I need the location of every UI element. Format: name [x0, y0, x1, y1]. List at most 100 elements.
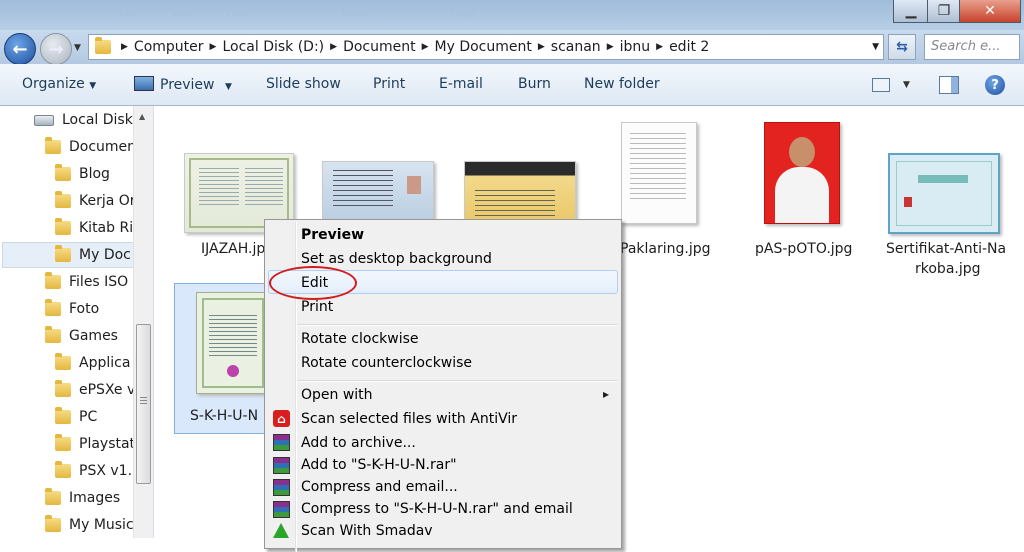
- nav-item-local-disk[interactable]: Local Disk: [34, 112, 133, 128]
- crumb-scanan[interactable]: scanan: [551, 39, 601, 55]
- file-name[interactable]: Paklaring.jpg: [620, 241, 711, 257]
- folder-icon: [95, 37, 111, 54]
- chevron-right-icon[interactable]: ▶: [607, 42, 614, 52]
- preview-button[interactable]: Preview ▼: [134, 76, 232, 93]
- back-button[interactable]: ←: [4, 33, 36, 65]
- recent-pages-dropdown-icon[interactable]: ▼: [74, 43, 81, 53]
- menu-item-open-with[interactable]: Open with: [301, 387, 373, 403]
- file-thumbnail-sertifikat[interactable]: [888, 153, 1000, 234]
- command-bar: Organize ▼ Preview ▼ Slide show Print E-…: [0, 64, 1024, 106]
- chevron-right-icon[interactable]: ▶: [656, 42, 663, 52]
- nav-item-label: My Doc: [79, 247, 131, 263]
- burn-button[interactable]: Burn: [518, 76, 551, 92]
- nav-item-games[interactable]: Games: [45, 326, 118, 344]
- winrar-icon: [273, 457, 290, 474]
- slideshow-button[interactable]: Slide show: [266, 76, 341, 92]
- nav-item-kerja[interactable]: Kerja Or: [55, 191, 136, 209]
- file-name[interactable]: pAS-pOTO.jpg: [755, 241, 852, 257]
- nav-item-document[interactable]: Documen: [45, 137, 137, 155]
- file-thumbnail-pas-foto[interactable]: [764, 122, 840, 224]
- nav-item-label: Foto: [69, 301, 100, 317]
- nav-item-label: Documen: [69, 139, 137, 155]
- search-input[interactable]: Search e...: [924, 34, 1020, 60]
- help-icon[interactable]: ?: [985, 75, 1005, 95]
- address-bar[interactable]: ▶ Computer ▶ Local Disk (D:) ▶ Document …: [88, 34, 884, 60]
- file-thumbnail-skhun[interactable]: [196, 292, 270, 394]
- nav-scrollbar[interactable]: ▲: [133, 106, 153, 538]
- crumb-local-disk[interactable]: Local Disk (D:): [222, 39, 324, 55]
- address-dropdown-icon[interactable]: ▼: [872, 42, 879, 52]
- file-thumbnail-card[interactable]: [322, 161, 434, 225]
- menu-item-rotate-clockwise[interactable]: Rotate clockwise: [301, 331, 419, 347]
- chevron-right-icon[interactable]: ▶: [121, 42, 128, 52]
- menu-item-scan-antivir[interactable]: Scan selected files with AntiVir: [301, 411, 517, 427]
- nav-item-blog[interactable]: Blog: [55, 164, 110, 182]
- file-name-line2: rkoba.jpg: [915, 261, 981, 277]
- folder-icon: [45, 137, 61, 154]
- nav-item-images[interactable]: Images: [45, 488, 120, 506]
- preview-label: Preview: [160, 77, 215, 93]
- menu-item-add-to-archive[interactable]: Add to archive...: [301, 435, 416, 451]
- context-menu: Preview Set as desktop background Edit P…: [264, 219, 622, 552]
- view-options-icon[interactable]: [872, 78, 890, 92]
- menu-item-preview[interactable]: Preview: [301, 227, 364, 243]
- nav-item-label: Kerja Or: [79, 193, 136, 209]
- nav-item-label: Kitab Ri: [79, 220, 134, 236]
- forward-button[interactable]: →: [40, 33, 72, 65]
- chevron-right-icon[interactable]: ▶: [538, 42, 545, 52]
- file-thumbnail-paklaring[interactable]: [621, 122, 697, 224]
- new-folder-button[interactable]: New folder: [584, 76, 660, 92]
- file-thumbnail-npwp[interactable]: [464, 161, 576, 225]
- forward-arrow-icon: →: [48, 38, 64, 60]
- folder-icon: [45, 515, 61, 532]
- nav-item-psx[interactable]: PSX v1.1: [55, 461, 141, 479]
- close-icon: ✕: [984, 3, 996, 19]
- nav-item-kitab[interactable]: Kitab Ri: [55, 218, 134, 236]
- view-dropdown-icon[interactable]: ▼: [903, 80, 910, 90]
- nav-item-label: PSX v1.1: [79, 463, 141, 479]
- ghost-menu-tools: Tools: [340, 6, 368, 19]
- chevron-right-icon[interactable]: ▶: [330, 42, 337, 52]
- folder-icon: [45, 488, 61, 505]
- close-button[interactable]: ✕: [959, 0, 1021, 23]
- nav-item-my-music[interactable]: My Music: [45, 515, 134, 533]
- menu-item-compress-and-email[interactable]: Compress and email...: [301, 479, 458, 495]
- chevron-right-icon[interactable]: ▶: [422, 42, 429, 52]
- menu-item-add-to-rar[interactable]: Add to "S-K-H-U-N.rar": [301, 457, 457, 473]
- folder-icon: [55, 191, 71, 208]
- nav-item-label: Local Disk: [62, 112, 133, 128]
- print-button[interactable]: Print: [373, 76, 405, 92]
- menu-item-scan-smadav[interactable]: Scan With Smadav: [301, 523, 433, 539]
- menu-separator: [297, 380, 617, 382]
- organize-button[interactable]: Organize ▼: [22, 76, 96, 92]
- maximize-button[interactable]: ❐: [927, 0, 961, 23]
- nav-item-files-iso[interactable]: Files ISO: [45, 272, 128, 290]
- scroll-up-icon[interactable]: ▲: [139, 112, 145, 121]
- menu-item-rotate-counterclockwise[interactable]: Rotate counterclockwise: [301, 355, 472, 371]
- file-name[interactable]: Sertifikat-Anti-Na: [886, 241, 1006, 257]
- crumb-edit-2[interactable]: edit 2: [669, 39, 709, 55]
- back-arrow-icon: ←: [12, 38, 28, 60]
- minimize-button[interactable]: ▁: [893, 0, 929, 23]
- nav-item-my-document[interactable]: My Doc: [55, 245, 131, 263]
- menu-item-set-desktop-background[interactable]: Set as desktop background: [301, 251, 492, 267]
- crumb-computer[interactable]: Computer: [134, 39, 204, 55]
- nav-item-label: Applica: [79, 355, 131, 371]
- crumb-ibnu[interactable]: ibnu: [620, 39, 651, 55]
- crumb-document[interactable]: Document: [343, 39, 416, 55]
- nav-item-playstat[interactable]: Playstat: [55, 434, 135, 452]
- nav-item-pc[interactable]: PC: [55, 407, 97, 425]
- nav-item-foto[interactable]: Foto: [45, 299, 100, 317]
- scroll-thumb[interactable]: [136, 324, 151, 484]
- nav-item-applica[interactable]: Applica: [55, 353, 131, 371]
- file-name[interactable]: S-K-H-U-N: [190, 408, 258, 424]
- menu-item-compress-to-rar-email[interactable]: Compress to "S-K-H-U-N.rar" and email: [301, 501, 573, 517]
- nav-item-epsxe[interactable]: ePSXe v: [55, 380, 135, 398]
- email-button[interactable]: E-mail: [439, 76, 483, 92]
- crumb-my-document[interactable]: My Document: [435, 39, 532, 55]
- menu-item-print[interactable]: Print: [301, 299, 333, 315]
- chevron-right-icon[interactable]: ▶: [210, 42, 217, 52]
- submenu-arrow-icon: ▸: [603, 387, 610, 401]
- refresh-button[interactable]: ⇆: [888, 34, 916, 60]
- preview-pane-icon[interactable]: [939, 76, 959, 94]
